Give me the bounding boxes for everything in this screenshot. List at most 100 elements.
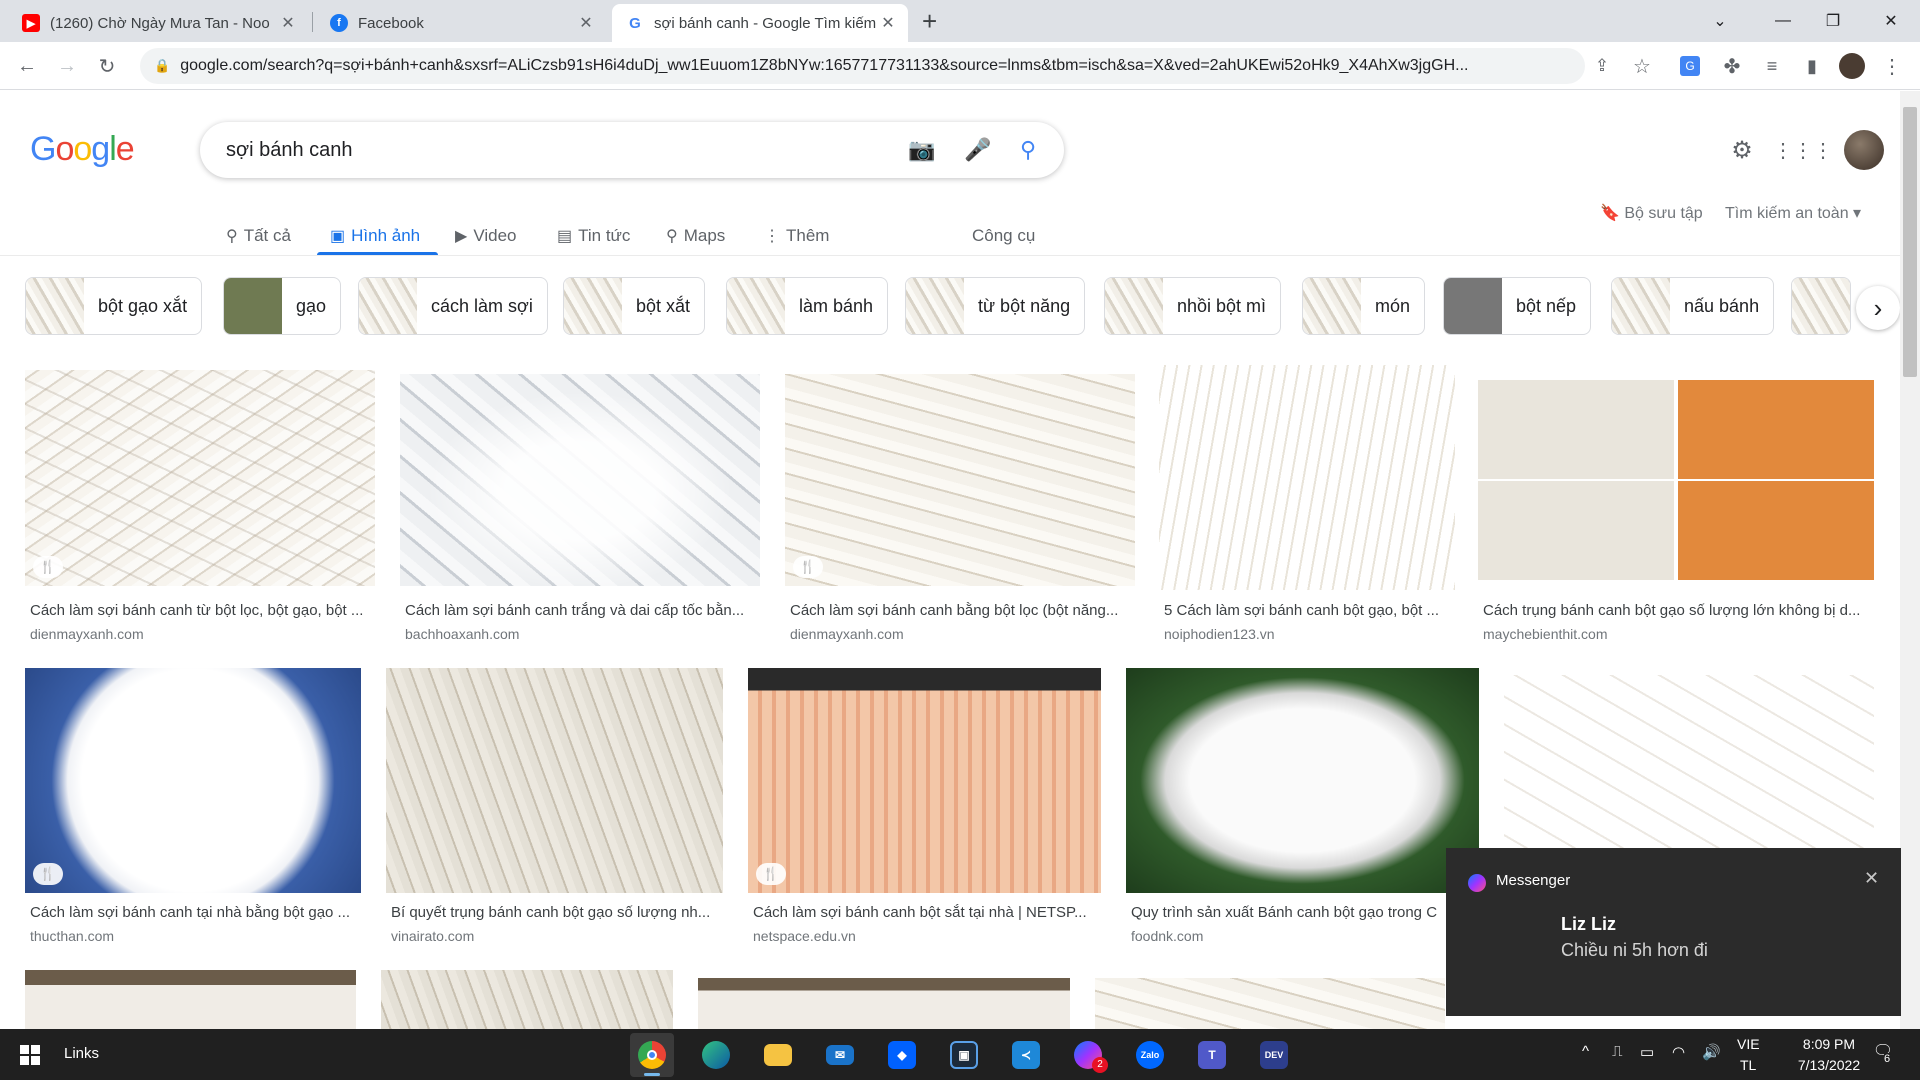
media-control-icon[interactable]: ≡ bbox=[1756, 50, 1788, 82]
result-image[interactable] bbox=[698, 978, 1070, 1029]
dropbox-icon[interactable]: ◆ bbox=[880, 1033, 924, 1077]
result-image[interactable]: 🍴 bbox=[25, 370, 375, 586]
notification-center-icon[interactable]: 🗨 6 bbox=[1868, 1041, 1898, 1067]
related-chip[interactable]: từ bột năng bbox=[905, 277, 1086, 335]
extensions-icon[interactable]: ✤ bbox=[1716, 50, 1748, 82]
image-result[interactable]: Quy trình sản xuất Bánh canh bột gạo tro… bbox=[1126, 668, 1479, 948]
result-image[interactable] bbox=[1159, 365, 1455, 590]
address-bar[interactable]: 🔒 google.com/search?q=sợi+bánh+canh&sxsr… bbox=[140, 48, 1585, 84]
back-icon[interactable]: ← bbox=[11, 50, 43, 82]
result-caption[interactable]: Cách làm sợi bánh canh bằng bột lọc (bột… bbox=[790, 602, 1135, 619]
image-result[interactable]: 🍴 Cách làm sợi bánh canh tại nhà bằng bộ… bbox=[25, 668, 361, 948]
image-result[interactable] bbox=[1504, 675, 1874, 855]
close-tab-icon[interactable]: ✕ bbox=[878, 13, 898, 33]
search-icon[interactable]: ⚲ bbox=[1014, 136, 1042, 164]
result-image[interactable] bbox=[381, 970, 673, 1029]
tab-more[interactable]: ⋮ Thêm bbox=[764, 216, 829, 256]
chevron-up-icon[interactable]: ^ bbox=[1582, 1043, 1589, 1060]
related-chip[interactable]: nhồi bột mì bbox=[1104, 277, 1282, 335]
result-source[interactable]: dienmayxanh.com bbox=[790, 626, 904, 642]
close-tab-icon[interactable]: ✕ bbox=[576, 13, 596, 33]
clock-time[interactable]: 8:09 PM bbox=[1786, 1036, 1872, 1052]
zalo-icon[interactable]: Zalo bbox=[1128, 1033, 1172, 1077]
wifi-icon[interactable]: ◠ bbox=[1672, 1043, 1685, 1061]
bookmark-star-icon[interactable]: ☆ bbox=[1626, 50, 1658, 82]
network-device-icon[interactable]: ⎍ bbox=[1612, 1043, 1623, 1060]
result-image[interactable]: 🍴 bbox=[785, 374, 1135, 586]
tab-facebook[interactable]: f Facebook ✕ bbox=[316, 4, 606, 42]
image-result[interactable] bbox=[381, 970, 673, 1029]
result-image[interactable] bbox=[386, 668, 723, 893]
app-store-icon[interactable]: ▣ bbox=[942, 1033, 986, 1077]
devc-icon[interactable]: DEV bbox=[1252, 1033, 1296, 1077]
collections-link[interactable]: 🔖 Bộ sưu tập bbox=[1600, 203, 1703, 223]
tab-images[interactable]: ▣ Hình ảnh bbox=[330, 216, 420, 256]
image-result[interactable]: Bí quyết trụng bánh canh bột gạo số lượn… bbox=[386, 668, 723, 948]
close-icon[interactable]: ✕ bbox=[1864, 868, 1879, 889]
camera-icon[interactable]: 📷 bbox=[908, 136, 936, 164]
result-caption[interactable]: Cách làm sợi bánh canh từ bột lọc, bột g… bbox=[30, 602, 375, 619]
image-result[interactable]: 5 Cách làm sợi bánh canh bột gạo, bột ..… bbox=[1159, 365, 1455, 645]
apps-grid-icon[interactable]: ⋮⋮⋮ bbox=[1773, 130, 1833, 170]
result-caption[interactable]: Quy trình sản xuất Bánh canh bột gạo tro… bbox=[1131, 904, 1451, 921]
maximize-button[interactable]: ❐ bbox=[1810, 0, 1856, 42]
related-chip[interactable]: gạo bbox=[223, 277, 342, 335]
result-caption[interactable]: Cách làm sợi bánh canh bột sắt tại nhà |… bbox=[753, 904, 1101, 921]
result-image[interactable] bbox=[400, 374, 760, 586]
search-box[interactable]: sợi bánh canh 📷 🎤 ⚲ bbox=[200, 122, 1064, 178]
result-image[interactable] bbox=[1126, 668, 1479, 893]
result-source[interactable]: thucthan.com bbox=[30, 928, 114, 944]
image-result[interactable]: Cách trụng bánh canh bột gạo số lượng lớ… bbox=[1478, 370, 1874, 645]
close-tab-icon[interactable]: ✕ bbox=[278, 13, 298, 33]
input-language[interactable]: VIE bbox=[1737, 1036, 1760, 1052]
result-image[interactable]: 🍴 bbox=[25, 668, 361, 893]
result-source[interactable]: noiphodien123.vn bbox=[1164, 626, 1275, 642]
close-window-button[interactable]: ✕ bbox=[1868, 0, 1914, 42]
related-chip[interactable]: làm bánh bbox=[726, 277, 889, 335]
links-toolbar[interactable]: Links bbox=[64, 1045, 99, 1062]
forward-icon[interactable]: → bbox=[51, 50, 83, 82]
image-result[interactable] bbox=[25, 970, 356, 1029]
image-result[interactable]: 🍴 Cách làm sợi bánh canh bằng bột lọc (b… bbox=[785, 370, 1135, 645]
safe-search-dropdown[interactable]: Tìm kiếm an toàn ▾ bbox=[1725, 203, 1861, 223]
result-source[interactable]: dienmayxanh.com bbox=[30, 626, 144, 642]
result-source[interactable]: foodnk.com bbox=[1131, 928, 1203, 944]
result-image[interactable] bbox=[1095, 978, 1445, 1029]
tab-google-search[interactable]: G sợi bánh canh - Google Tìm kiếm ✕ bbox=[612, 4, 908, 42]
chrome-taskbar-icon[interactable] bbox=[630, 1033, 674, 1077]
mail-icon[interactable]: ✉ bbox=[818, 1033, 862, 1077]
tab-video[interactable]: ▶ Video bbox=[455, 216, 517, 256]
edge-taskbar-icon[interactable] bbox=[694, 1033, 738, 1077]
battery-icon[interactable]: ▭ bbox=[1640, 1043, 1654, 1061]
result-image[interactable]: 🍴 bbox=[748, 668, 1101, 893]
browser-menu-icon[interactable]: ⋮ bbox=[1876, 50, 1908, 82]
minimize-button[interactable]: — bbox=[1760, 0, 1806, 42]
tab-news[interactable]: ▤ Tin tức bbox=[557, 216, 630, 256]
related-chip[interactable] bbox=[1791, 277, 1851, 335]
related-chip[interactable]: bột xắt bbox=[563, 277, 706, 335]
image-result[interactable]: 🍴 Cách làm sợi bánh canh từ bột lọc, bột… bbox=[25, 370, 375, 645]
image-result[interactable]: 🍴 Cách làm sợi bánh canh bột sắt tại nhà… bbox=[748, 668, 1101, 948]
file-explorer-icon[interactable] bbox=[756, 1033, 800, 1077]
reload-icon[interactable]: ↻ bbox=[91, 50, 123, 82]
tab-maps[interactable]: ⚲ Maps bbox=[666, 216, 725, 256]
volume-icon[interactable]: 🔊 bbox=[1702, 1043, 1721, 1061]
clock-date[interactable]: 7/13/2022 bbox=[1779, 1057, 1879, 1073]
image-result[interactable] bbox=[698, 978, 1070, 1029]
result-source[interactable]: vinairato.com bbox=[391, 928, 474, 944]
result-image[interactable] bbox=[1478, 380, 1874, 580]
result-caption[interactable]: 5 Cách làm sợi bánh canh bột gạo, bột ..… bbox=[1164, 602, 1455, 619]
tab-search-icon[interactable]: ⌄ bbox=[1697, 0, 1743, 42]
teams-icon[interactable]: T bbox=[1190, 1033, 1234, 1077]
tab-all[interactable]: ⚲ Tất cả bbox=[226, 216, 291, 256]
image-result[interactable] bbox=[1095, 978, 1445, 1029]
result-source[interactable]: bachhoaxanh.com bbox=[405, 626, 519, 642]
input-method[interactable]: TL bbox=[1740, 1057, 1756, 1073]
result-caption[interactable]: Bí quyết trụng bánh canh bột gạo số lượn… bbox=[391, 904, 723, 921]
result-caption[interactable]: Cách trụng bánh canh bột gạo số lượng lớ… bbox=[1483, 602, 1873, 619]
messenger-notification[interactable]: Messenger ✕ Liz Liz Chiều ni 5h hơn đi bbox=[1446, 848, 1901, 1016]
side-panel-icon[interactable]: ▮ bbox=[1796, 50, 1828, 82]
messenger-taskbar-icon[interactable]: 2 bbox=[1066, 1033, 1110, 1077]
new-tab-button[interactable]: + bbox=[922, 6, 937, 37]
tab-youtube[interactable]: ▶ (1260) Chờ Ngày Mưa Tan - Noo ✕ bbox=[8, 4, 308, 42]
